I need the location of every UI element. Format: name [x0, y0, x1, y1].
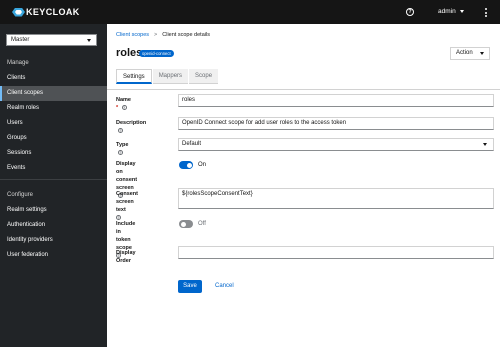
sidebar-item-realm-roles[interactable]: Realm roles: [0, 101, 107, 116]
protocol-badge: openid-connect: [139, 50, 174, 57]
realm-selector[interactable]: Master: [6, 34, 97, 46]
sidebar-item-authentication[interactable]: Authentication: [0, 218, 107, 233]
main-content: Client scopes > Client scope details rol…: [107, 24, 500, 347]
nav-configure-section: Configure Realm settings Authentication …: [0, 188, 107, 263]
sidebar-item-groups[interactable]: Groups: [0, 131, 107, 146]
sidebar-item-realm-settings[interactable]: Realm settings: [0, 203, 107, 218]
breadcrumb-current: Client scope details: [162, 32, 210, 38]
help-icon[interactable]: ?: [118, 128, 123, 134]
tab-divider: [107, 89, 500, 90]
tab-mappers[interactable]: Mappers: [152, 69, 189, 84]
help-icon[interactable]: ?: [118, 150, 123, 156]
nav-heading-configure: Configure: [7, 192, 34, 198]
user-menu[interactable]: admin: [438, 8, 464, 15]
consent-text-textarea[interactable]: ${rolesScopeConsentText}: [178, 188, 494, 209]
logo-text: KEYCLOAK: [26, 7, 80, 17]
tab-settings[interactable]: Settings: [116, 69, 152, 84]
sidebar-item-identity-providers[interactable]: Identity providers: [0, 233, 107, 248]
sidebar-item-events[interactable]: Events: [0, 161, 107, 176]
nav-manage-section: Manage Clients Client scopes Realm roles…: [0, 56, 107, 176]
chevron-down-icon: [459, 10, 464, 13]
type-label: Type ?: [116, 142, 129, 156]
type-select[interactable]: Default: [178, 138, 494, 151]
keycloak-logo-icon: [12, 7, 25, 17]
include-token-toggle[interactable]: [179, 220, 193, 228]
keycloak-logo[interactable]: KEYCLOAK: [12, 7, 80, 17]
breadcrumb-client-scopes[interactable]: Client scopes: [116, 32, 149, 38]
masthead: KEYCLOAK ? admin: [0, 0, 500, 24]
sidebar-item-users[interactable]: Users: [0, 116, 107, 131]
chevron-down-icon: [87, 39, 91, 42]
sidebar-item-user-federation[interactable]: User federation: [0, 248, 107, 263]
type-select-value: Default: [182, 141, 202, 147]
breadcrumb: Client scopes > Client scope details: [116, 32, 210, 38]
name-label: Name * ?: [116, 97, 131, 111]
nav-heading-manage: Manage: [7, 60, 29, 66]
display-consent-toggle[interactable]: [179, 161, 193, 169]
realm-selector-value: Master: [11, 37, 30, 43]
kebab-menu-icon[interactable]: [485, 8, 488, 17]
action-dropdown[interactable]: Action: [450, 47, 490, 60]
sidebar-item-client-scopes[interactable]: Client scopes: [0, 86, 107, 101]
sidebar-item-clients[interactable]: Clients: [0, 71, 107, 86]
save-button[interactable]: Save: [178, 280, 202, 293]
chevron-down-icon: [480, 52, 484, 55]
tab-bar: Settings Mappers Scope: [116, 69, 219, 84]
consent-text-label: Consent screen text ?: [116, 191, 138, 221]
breadcrumb-separator-icon: >: [154, 32, 158, 38]
cancel-button[interactable]: Cancel: [215, 280, 234, 293]
tab-scope[interactable]: Scope: [189, 69, 219, 84]
help-icon[interactable]: ?: [121, 105, 127, 111]
display-order-input[interactable]: [178, 246, 494, 259]
sidebar: Master Manage Clients Client scopes Real…: [0, 24, 107, 347]
nav-divider: [0, 179, 107, 180]
required-mark: *: [116, 105, 119, 111]
include-token-state: Off: [198, 221, 206, 227]
description-label: Description ?: [116, 120, 147, 134]
display-order-label: Display Order: [116, 250, 136, 264]
action-dropdown-label: Action: [456, 50, 473, 56]
chevron-down-icon: [483, 143, 487, 146]
user-name: admin: [438, 8, 456, 15]
display-consent-state: On: [198, 162, 207, 168]
name-input[interactable]: roles: [178, 94, 494, 107]
sidebar-item-sessions[interactable]: Sessions: [0, 146, 107, 161]
help-icon[interactable]: ?: [406, 8, 414, 16]
description-input[interactable]: OpenID Connect scope for add user roles …: [178, 117, 494, 130]
